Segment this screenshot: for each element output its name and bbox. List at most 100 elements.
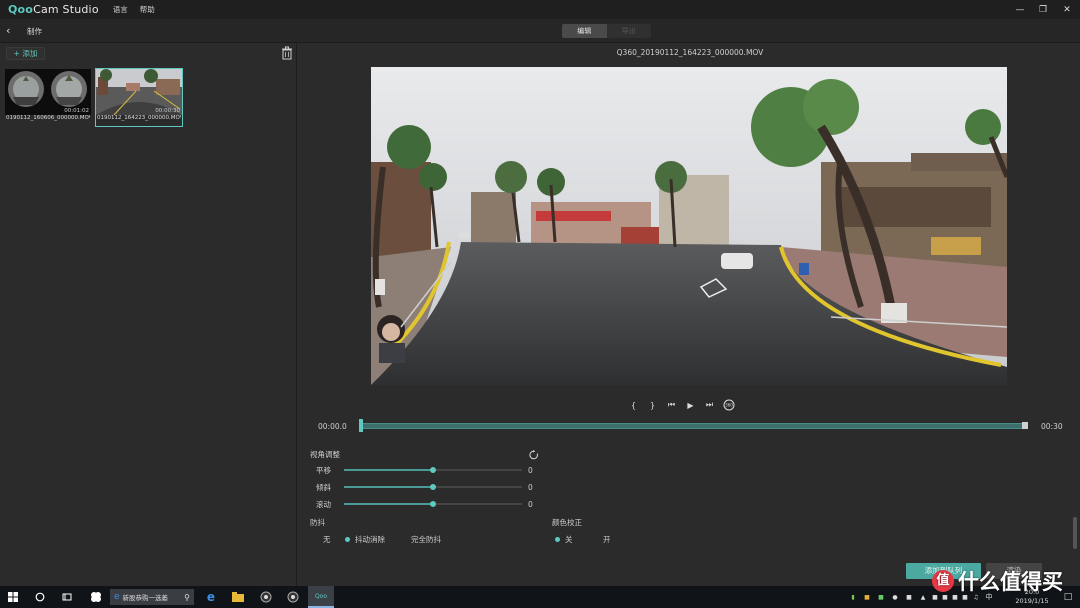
tab-edit[interactable]: 编辑 <box>562 24 607 38</box>
roll-slider[interactable] <box>344 501 522 507</box>
slider-knob[interactable] <box>430 467 436 473</box>
app-logo: QooCam Studio <box>8 3 99 16</box>
radio-label: 关 <box>565 535 573 544</box>
menu-help[interactable]: 帮助 <box>140 4 155 15</box>
trash-icon[interactable] <box>281 46 293 60</box>
clip-filename: 0190112_164223_000000.MOV <box>97 115 181 121</box>
tilt-label: 倾斜 <box>316 483 331 492</box>
radio-label: 完全防抖 <box>411 535 441 544</box>
ie-icon: e <box>114 592 120 602</box>
pan-label: 平移 <box>316 466 331 475</box>
taskbar: e 新股恭购一选萎 ⚲ e Qoo ▮ ■ ■ ● ■ ▲ ■ ■ ■ ■ ♫ … <box>0 586 1080 608</box>
reset-icon[interactable] <box>529 450 539 460</box>
logo-text: Cam Studio <box>33 3 99 16</box>
app-icon[interactable] <box>280 586 306 608</box>
current-filename: Q360_20190112_164223_000000.MOV <box>616 48 764 57</box>
stabilization-title: 防抖 <box>310 518 325 527</box>
tray-app-icon[interactable]: ▲ <box>916 594 930 601</box>
svg-text:360: 360 <box>725 403 733 408</box>
mark-out-icon[interactable]: } <box>643 398 662 412</box>
cortana-icon[interactable] <box>27 586 53 608</box>
clip-filename: 0190112_160606_000000.MOV <box>6 115 90 121</box>
taskbar-search-box[interactable]: e 新股恭购一选萎 ⚲ <box>110 589 194 605</box>
radio-label: 无 <box>323 535 331 544</box>
menu-language[interactable]: 语言 <box>113 4 128 15</box>
radio-dot <box>345 537 350 542</box>
roll-label: 滚动 <box>316 500 331 509</box>
play-icon[interactable]: ▶ <box>681 398 700 412</box>
slider-fill <box>344 469 433 471</box>
media-library: + 添加 00:01:02 0190112_160606_000000.MOV <box>0 43 297 586</box>
color-off-radio[interactable]: 关 <box>555 534 573 545</box>
tray-app-icon[interactable]: ■ <box>874 594 888 601</box>
task-view-icon[interactable] <box>54 586 80 608</box>
mark-in-icon[interactable]: { <box>624 398 643 412</box>
edge-icon[interactable]: e <box>198 586 224 608</box>
view-adjust-title: 视角调整 <box>310 450 340 459</box>
panorama-preview: 00:00:30 <box>96 69 182 115</box>
windows-start-icon[interactable] <box>0 586 26 608</box>
tray-app-icon[interactable]: ● <box>888 594 902 601</box>
prev-frame-icon[interactable]: ⏮ <box>662 398 681 412</box>
radio-dot <box>555 537 560 542</box>
pan-value: 0 <box>528 466 533 475</box>
timeline-end-handle[interactable] <box>1022 422 1028 429</box>
view-360-icon[interactable]: 360 <box>719 398 738 412</box>
watermark-badge: 值 <box>932 570 954 592</box>
tray-app-icon[interactable]: ■ <box>902 594 916 601</box>
tab-export[interactable]: 导出 <box>606 24 651 38</box>
tilt-value: 0 <box>528 483 533 492</box>
restore-icon[interactable]: ❐ <box>1031 0 1055 19</box>
roll-value: 0 <box>528 500 533 509</box>
video-preview[interactable] <box>371 67 1007 385</box>
stab-dejitter-radio[interactable]: 抖动消除 <box>345 534 385 545</box>
color-on-radio[interactable]: 开 <box>593 534 611 545</box>
mode-tabs: 编辑 导出 <box>562 24 651 38</box>
playback-controls: { } ⏮ ▶ ⏭ 360 <box>624 398 738 412</box>
app-pinned-icon[interactable] <box>83 586 109 608</box>
color-correction-title: 颜色校正 <box>552 518 582 527</box>
clip-duration: 00:01:02 <box>64 108 89 114</box>
tilt-slider[interactable] <box>344 484 522 490</box>
toolbar: ‹ 制作 编辑 导出 <box>0 19 1080 43</box>
minimize-icon[interactable]: — <box>1008 0 1032 19</box>
pan-slider[interactable] <box>344 467 522 473</box>
slider-fill <box>344 503 433 505</box>
logo-prefix: Qoo <box>8 3 34 16</box>
radio-dot <box>313 537 318 542</box>
tray-app-icon[interactable]: ■ <box>860 594 874 601</box>
clock-date: 2019/1/15 <box>1015 597 1049 605</box>
file-explorer-icon[interactable] <box>225 586 251 608</box>
add-button[interactable]: + 添加 <box>6 47 45 60</box>
radio-dot <box>401 537 406 542</box>
close-icon[interactable]: ✕ <box>1055 0 1079 19</box>
clip-thumbnail-selected[interactable]: 00:00:30 0190112_164223_000000.MOV <box>95 68 183 127</box>
clip-duration: 00:00:30 <box>155 108 180 114</box>
start-time: 00:00.0 <box>318 422 347 431</box>
back-icon[interactable]: ‹ <box>6 24 18 38</box>
radio-dot <box>593 537 598 542</box>
playhead[interactable] <box>359 419 363 432</box>
search-icon: ⚲ <box>184 592 190 602</box>
stab-full-radio[interactable]: 完全防抖 <box>401 534 441 545</box>
next-frame-icon[interactable]: ⏭ <box>700 398 719 412</box>
radio-label: 抖动消除 <box>355 535 385 544</box>
watermark: 值 什么值得买 <box>932 566 1063 596</box>
slider-fill <box>344 486 433 488</box>
search-text: 新股恭购一选萎 <box>122 594 169 602</box>
watermark-text: 什么值得买 <box>958 570 1063 594</box>
tray-battery-icon[interactable]: ▮ <box>846 594 860 601</box>
clip-thumbnail[interactable]: 00:01:02 0190112_160606_000000.MOV <box>5 69 91 126</box>
slider-knob[interactable] <box>430 484 436 490</box>
slider-knob[interactable] <box>430 501 436 507</box>
radio-label: 开 <box>603 535 611 544</box>
qoocam-taskbar-icon[interactable]: Qoo <box>308 586 334 608</box>
app-icon[interactable] <box>253 586 279 608</box>
breadcrumb: 制作 <box>27 27 42 36</box>
dual-fisheye-preview: 00:01:02 <box>5 69 91 115</box>
title-bar: QooCam Studio 语言 帮助 — ❐ ✕ <box>0 0 1080 19</box>
end-time: 00:30 <box>1041 422 1063 431</box>
timeline-track[interactable] <box>361 423 1027 429</box>
scrollbar[interactable] <box>1073 517 1077 549</box>
stab-none-radio[interactable]: 无 <box>313 534 331 545</box>
